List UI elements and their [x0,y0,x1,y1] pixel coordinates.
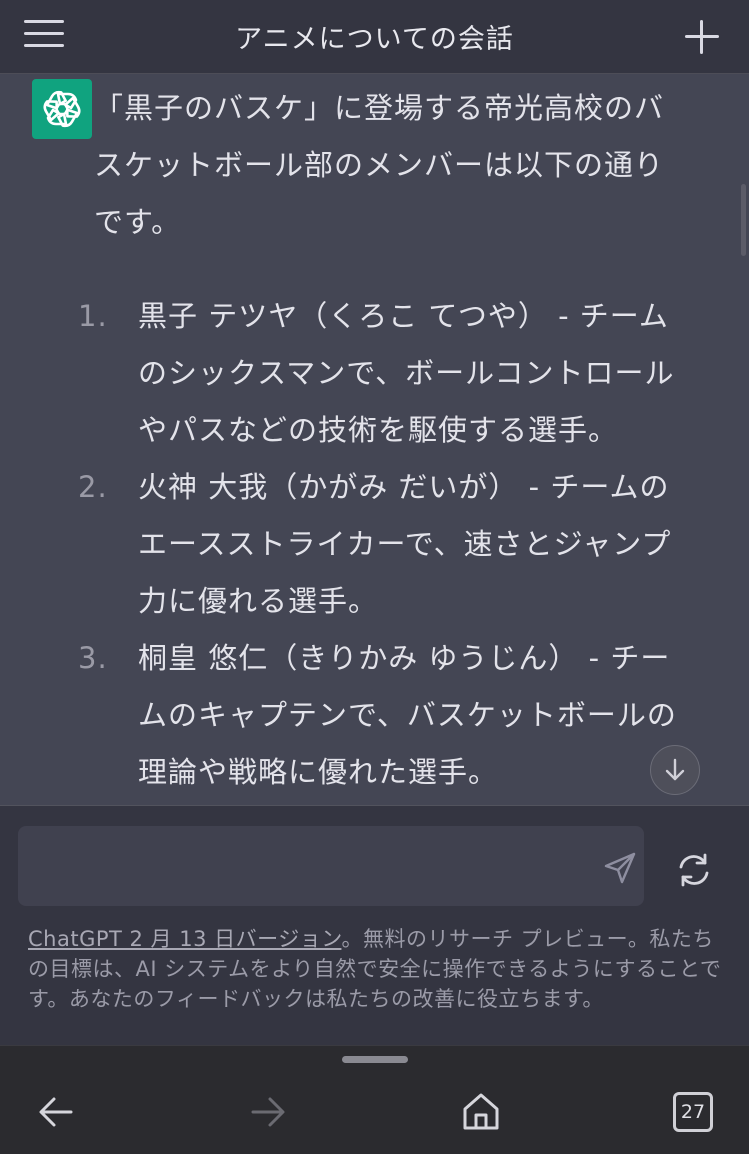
prompt-box[interactable] [18,826,644,906]
drag-handle[interactable] [342,1056,408,1063]
home-button[interactable] [460,1090,502,1132]
prompt-input[interactable] [34,840,578,894]
send-icon [604,852,636,884]
version-link[interactable]: ChatGPT 2 月 13 日バージョン [28,927,341,951]
arrow-left-icon [39,1097,73,1127]
arrow-right-icon [251,1097,285,1127]
list-item: 2. 火神 大我（かがみ だいが） - チームのエースストライカーで、速さとジャ… [78,459,688,630]
list-item-text: 火神 大我（かがみ だいが） - チームのエースストライカーで、速さとジャンプ力… [138,470,672,618]
list-item-text: 桐皇 悠仁（きりかみ ゆうじん） - チームのキャプテンで、バスケットボールの理… [138,641,677,789]
openai-logo-icon [32,79,92,139]
plus-icon[interactable] [685,20,719,54]
arrow-down-icon [665,758,685,781]
composer-area: ChatGPT 2 月 13 日バージョン。無料のリサーチ プレビュー。私たちの… [0,805,749,1045]
refresh-icon [679,853,709,887]
hamburger-menu-icon[interactable] [24,18,64,50]
footer-disclaimer: ChatGPT 2 月 13 日バージョン。無料のリサーチ プレビュー。私たちの… [28,924,728,1014]
conversation-title: アニメについての会話 [235,24,514,55]
list-item: 1. 黒子 テツヤ（くろこ てつや） - チームのシックスマンで、ボールコントロ… [78,288,688,459]
top-header: アニメについての会話 [0,0,749,74]
regenerate-button[interactable] [674,850,714,890]
member-list: 1. 黒子 テツヤ（くろこ てつや） - チームのシックスマンで、ボールコントロ… [78,288,688,801]
forward-button[interactable] [248,1092,288,1132]
home-icon [463,1093,499,1130]
list-item: 3. 桐皇 悠仁（きりかみ ゆうじん） - チームのキャプテンで、バスケットボー… [78,630,688,801]
list-item-text: 黒子 テツヤ（くろこ てつや） - チームのシックスマンで、ボールコントロールや… [138,299,675,447]
scroll-down-button[interactable] [650,745,700,795]
back-button[interactable] [36,1092,76,1132]
list-item-number: 1. [78,299,108,333]
list-item-number: 2. [78,470,108,504]
tab-count-button[interactable]: 27 [673,1092,713,1132]
list-item-number: 3. [78,641,108,675]
chatgpt-mobile-app: アニメについての会話 「黒子のバスケ」に登場する帝光高校のバスケットボール部のメ… [0,0,749,1154]
assistant-message: 「黒子のバスケ」に登場する帝光高校のバスケットボール部のメンバーは以下の通りです… [0,74,749,805]
scrollbar-thumb[interactable] [741,184,746,256]
send-button[interactable] [602,850,638,886]
browser-toolbar: 27 [0,1045,749,1154]
message-intro-text: 「黒子のバスケ」に登場する帝光高校のバスケットボール部のメンバーは以下の通りです… [94,91,665,239]
